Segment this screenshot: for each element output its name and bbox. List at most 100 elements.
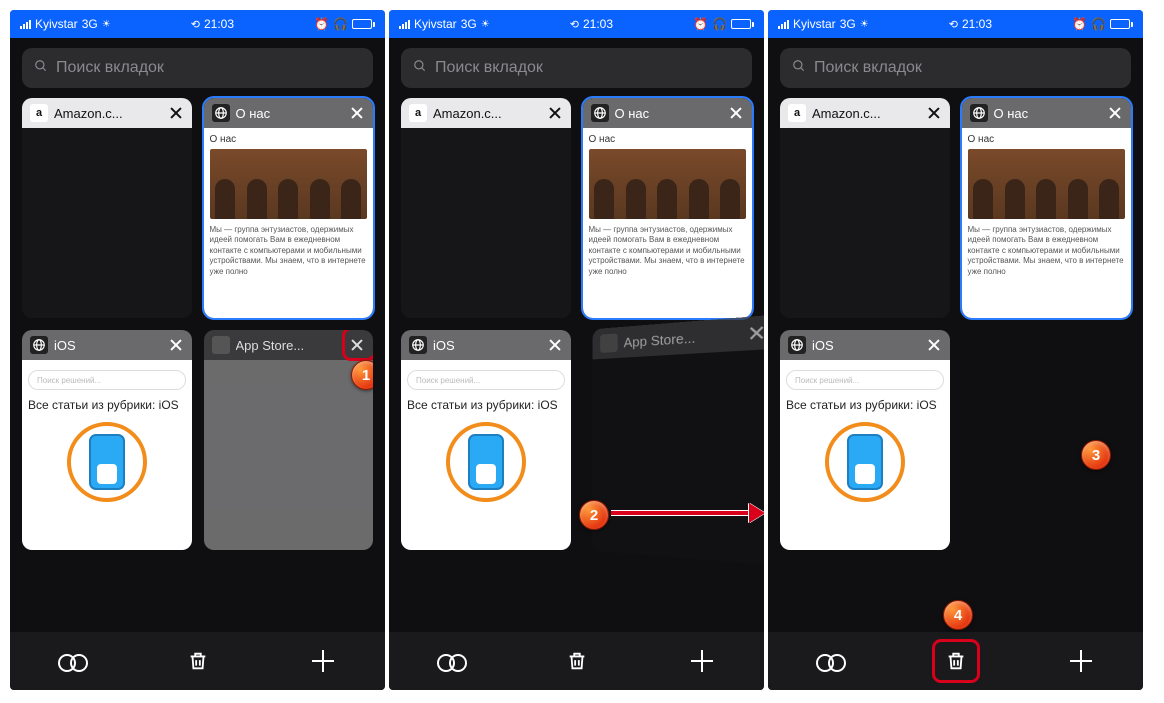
step-badge-3: 3 bbox=[1081, 440, 1111, 470]
phone-screen-3: Kyivstar 3G ☀ ⟲ 21:03 ⏰ 🎧 Поиск вкладок bbox=[768, 10, 1143, 690]
search-placeholder: Поиск вкладок bbox=[435, 59, 543, 77]
article-excerpt: Мы — группа энтузиастов, одержимых идеей… bbox=[589, 225, 747, 277]
sun-icon: ☀ bbox=[102, 19, 111, 30]
tab-title: iOS bbox=[812, 338, 920, 353]
ios-badge-icon bbox=[446, 422, 526, 502]
article-hero-image bbox=[210, 149, 368, 219]
tab-search-input[interactable]: Поиск вкладок bbox=[22, 48, 373, 88]
battery-icon bbox=[1110, 19, 1133, 29]
tab-preview bbox=[592, 349, 764, 566]
tab-title: Amazon.c... bbox=[433, 106, 541, 121]
clock-label: 21:03 bbox=[204, 17, 234, 31]
close-tab-button[interactable] bbox=[728, 105, 744, 121]
tab-title: App Store... bbox=[623, 326, 739, 350]
battery-icon bbox=[731, 19, 754, 29]
delete-tabs-button[interactable] bbox=[547, 641, 607, 681]
amazon-favicon-icon: a bbox=[409, 104, 427, 122]
tab-preview: Поиск решений... Все статьи из рубрики: … bbox=[22, 360, 192, 550]
apple-favicon-icon bbox=[600, 333, 618, 353]
step-badge-1: 1 bbox=[351, 360, 373, 390]
sun-icon: ☀ bbox=[481, 19, 490, 30]
ios-badge-icon bbox=[67, 422, 147, 502]
search-icon bbox=[34, 59, 48, 78]
tab-search-input[interactable]: Поиск вкладок bbox=[401, 48, 752, 88]
incognito-button[interactable] bbox=[43, 641, 103, 681]
close-tab-button[interactable] bbox=[547, 105, 563, 121]
tab-card-onas[interactable]: О нас О нас Мы — группа энтузиастов, оде… bbox=[962, 98, 1132, 318]
clock-label: 21:03 bbox=[962, 17, 992, 31]
tab-title: iOS bbox=[54, 338, 162, 353]
search-icon bbox=[413, 59, 427, 78]
incognito-button[interactable] bbox=[422, 641, 482, 681]
tab-card-appstore-sliding[interactable]: App Store... bbox=[592, 315, 764, 566]
plus-icon bbox=[312, 650, 334, 672]
page-title: О нас bbox=[589, 134, 747, 145]
mask-icon bbox=[58, 654, 88, 668]
battery-icon bbox=[352, 19, 375, 29]
headphones-icon: 🎧 bbox=[712, 17, 727, 31]
sun-icon: ☀ bbox=[860, 19, 869, 30]
alarm-icon: ⏰ bbox=[314, 17, 329, 31]
network-label: 3G bbox=[82, 17, 98, 31]
signal-bars-icon bbox=[20, 20, 31, 29]
article-excerpt: Мы — группа энтузиастов, одержимых идеей… bbox=[968, 225, 1126, 277]
tab-card-onas[interactable]: О нас О нас Мы — группа энтузиастов, оде… bbox=[583, 98, 753, 318]
tab-title: О нас bbox=[236, 106, 344, 121]
article-excerpt: Мы — группа энтузиастов, одержимых идеей… bbox=[210, 225, 368, 277]
tab-card-ios[interactable]: iOS Поиск решений... Все статьи из рубри… bbox=[401, 330, 571, 550]
new-tab-button[interactable] bbox=[672, 641, 732, 681]
new-tab-button[interactable] bbox=[1051, 641, 1111, 681]
trash-icon bbox=[187, 649, 209, 673]
page-title: О нас bbox=[210, 134, 368, 145]
status-bar: Kyivstar 3G ☀ ⟲ 21:03 ⏰ 🎧 bbox=[10, 10, 385, 38]
close-tab-button[interactable] bbox=[547, 337, 563, 353]
close-tab-button[interactable] bbox=[926, 337, 942, 353]
status-bar: Kyivstar 3G ☀ ⟲ 21:03 ⏰ 🎧 bbox=[768, 10, 1143, 38]
tab-card-amazon[interactable]: a Amazon.c... bbox=[780, 98, 950, 318]
tab-card-ios[interactable]: iOS Поиск решений... Все статьи из рубри… bbox=[780, 330, 950, 550]
article-hero-image bbox=[968, 149, 1126, 219]
close-tab-button[interactable] bbox=[926, 105, 942, 121]
globe-favicon-icon bbox=[970, 104, 988, 122]
close-tab-button[interactable] bbox=[168, 105, 184, 121]
tab-preview: О нас Мы — группа энтузиастов, одержимых… bbox=[583, 128, 753, 318]
tab-card-appstore[interactable]: App Store... 1 bbox=[204, 330, 374, 550]
close-tab-button[interactable] bbox=[349, 337, 365, 353]
search-placeholder: Поиск вкладок bbox=[814, 59, 922, 77]
inner-search-pill: Поиск решений... bbox=[28, 370, 186, 390]
tab-title: О нас bbox=[615, 106, 723, 121]
carrier-label: Kyivstar bbox=[793, 17, 836, 31]
delete-tabs-button[interactable] bbox=[926, 641, 986, 681]
tab-search-input[interactable]: Поиск вкладок bbox=[780, 48, 1131, 88]
page-title: О нас bbox=[968, 134, 1126, 145]
new-tab-button[interactable] bbox=[293, 641, 353, 681]
tab-card-onas[interactable]: О нас О нас Мы — группа энтузиастов, оде… bbox=[204, 98, 374, 318]
tab-preview bbox=[22, 128, 192, 318]
tab-card-ios[interactable]: iOS Поиск решений... Все статьи из рубри… bbox=[22, 330, 192, 550]
tab-title: App Store... bbox=[236, 338, 344, 353]
category-heading: Все статьи из рубрики: iOS bbox=[786, 398, 944, 412]
tab-preview: О нас Мы — группа энтузиастов, одержимых… bbox=[962, 128, 1132, 318]
incognito-button[interactable] bbox=[801, 641, 861, 681]
hotspot-icon: ⟲ bbox=[570, 18, 579, 31]
annotation-arrow bbox=[611, 510, 751, 516]
step-badge-4: 4 bbox=[943, 600, 973, 630]
delete-tabs-button[interactable] bbox=[168, 641, 228, 681]
network-label: 3G bbox=[840, 17, 856, 31]
close-tab-button[interactable] bbox=[168, 337, 184, 353]
close-tab-button[interactable] bbox=[349, 105, 365, 121]
amazon-favicon-icon: a bbox=[788, 104, 806, 122]
bottom-toolbar bbox=[10, 632, 385, 690]
tab-title: Amazon.c... bbox=[54, 106, 162, 121]
status-bar: Kyivstar 3G ☀ ⟲ 21:03 ⏰ 🎧 bbox=[389, 10, 764, 38]
close-tab-button[interactable] bbox=[1107, 105, 1123, 121]
ios-badge-icon bbox=[825, 422, 905, 502]
tab-title: Amazon.c... bbox=[812, 106, 920, 121]
amazon-favicon-icon: a bbox=[30, 104, 48, 122]
headphones-icon: 🎧 bbox=[1091, 17, 1106, 31]
tab-card-amazon[interactable]: a Amazon.c... bbox=[401, 98, 571, 318]
globe-favicon-icon bbox=[212, 104, 230, 122]
tab-card-amazon[interactable]: a Amazon.c... bbox=[22, 98, 192, 318]
close-tab-button[interactable] bbox=[746, 323, 764, 342]
headphones-icon: 🎧 bbox=[333, 17, 348, 31]
